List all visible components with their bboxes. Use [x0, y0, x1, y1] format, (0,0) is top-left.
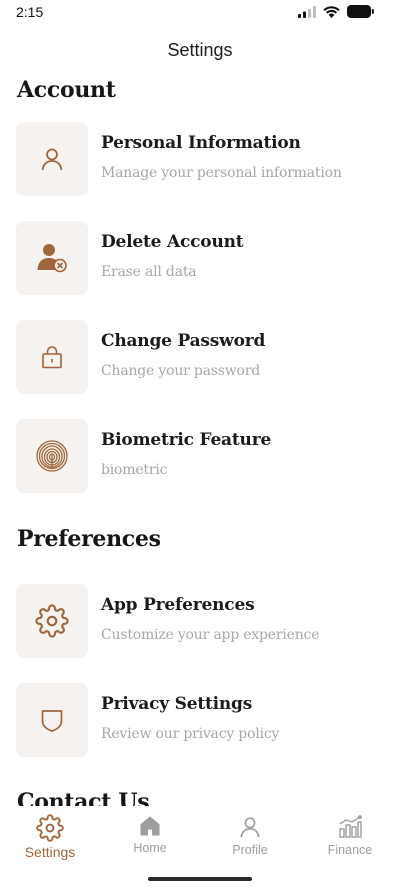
tab-profile[interactable]: Profile: [205, 814, 295, 864]
settings-item-title: Personal Information: [101, 133, 301, 153]
icon-tile: [16, 122, 88, 196]
cellular-signal-icon: [298, 5, 316, 18]
home-icon: [140, 816, 160, 836]
battery-icon: [347, 5, 374, 18]
shield-icon: [41, 710, 63, 732]
icon-tile: [16, 320, 88, 394]
tab-label: Profile: [232, 843, 268, 857]
settings-item-biometric-feature[interactable]: Biometric Feature biometric: [16, 419, 386, 495]
settings-item-personal-information[interactable]: Personal Information Manage your persona…: [16, 122, 386, 198]
settings-item-subtitle: Review our privacy policy: [101, 726, 280, 742]
settings-item-title: Biometric Feature: [101, 430, 272, 450]
settings-item-subtitle: Manage your personal information: [101, 165, 342, 181]
settings-item-title: Change Password: [101, 331, 266, 351]
fingerprint-icon: [36, 440, 68, 472]
settings-item-change-password[interactable]: Change Password Change your password: [16, 320, 386, 396]
page-title: Settings: [167, 40, 233, 60]
gear-icon: [35, 604, 69, 638]
icon-tile: [16, 584, 88, 658]
status-time: 2:15: [16, 4, 44, 20]
settings-item-privacy-settings[interactable]: Privacy Settings Review our privacy poli…: [16, 683, 386, 759]
tab-settings[interactable]: Settings: [5, 814, 95, 864]
settings-item-subtitle: Customize your app experience: [101, 627, 320, 643]
icon-tile: [16, 221, 88, 295]
settings-item-title: App Preferences: [101, 595, 255, 615]
settings-item-delete-account[interactable]: Delete Account Erase all data: [16, 221, 386, 297]
settings-item-title: Delete Account: [101, 232, 244, 252]
tab-label: Settings: [24, 844, 76, 860]
home-indicator[interactable]: [148, 877, 252, 881]
delete-user-icon: [37, 244, 67, 273]
section-title-account: Account: [17, 77, 116, 103]
status-bar: 2:15: [0, 0, 400, 26]
status-icons: [298, 5, 374, 18]
settings-item-subtitle: biometric: [101, 462, 168, 478]
settings-item-subtitle: Change your password: [101, 363, 261, 379]
gear-icon: [36, 814, 64, 842]
person-icon: [41, 148, 63, 171]
person-icon: [240, 817, 260, 838]
wifi-icon: [323, 5, 340, 18]
settings-item-subtitle: Erase all data: [101, 264, 197, 280]
settings-item-title: Privacy Settings: [101, 694, 253, 714]
section-title-preferences: Preferences: [17, 526, 161, 552]
tab-home[interactable]: Home: [105, 814, 195, 864]
tab-label: Home: [133, 841, 167, 855]
lock-icon: [42, 346, 62, 369]
tab-finance[interactable]: Finance: [305, 814, 395, 864]
settings-item-app-preferences[interactable]: App Preferences Customize your app exper…: [16, 584, 386, 660]
tab-label: Finance: [327, 843, 373, 857]
chart-icon: [339, 815, 362, 838]
icon-tile: [16, 419, 88, 493]
icon-tile: [16, 683, 88, 757]
